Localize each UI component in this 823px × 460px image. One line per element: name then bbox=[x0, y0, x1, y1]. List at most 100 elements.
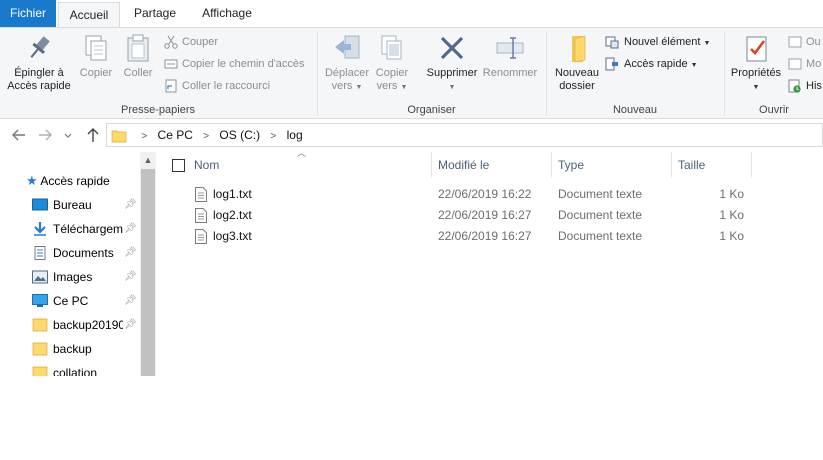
folder-icon bbox=[32, 318, 48, 332]
column-divider[interactable] bbox=[551, 152, 552, 178]
copy-icon bbox=[85, 35, 107, 61]
open-group-label: Ouvrir bbox=[759, 104, 789, 116]
open-group: Propriétés ▼ Ou Mo His Ouvrir bbox=[725, 28, 823, 119]
new-item-button[interactable]: Nouvel élément ▼ bbox=[605, 32, 710, 52]
breadcrumb: > Ce PC > OS (C:) > log bbox=[111, 124, 303, 146]
recent-locations-chevron-icon[interactable] bbox=[62, 126, 74, 144]
new-group-label: Nouveau bbox=[612, 104, 658, 116]
pin-icon[interactable]: 📌︎ bbox=[124, 289, 137, 313]
sidebar-item-downloads[interactable]: Téléchargements 📌︎ bbox=[32, 217, 138, 241]
pin-icon[interactable]: 📌︎ bbox=[124, 265, 137, 289]
pin-icon[interactable]: 📌︎ bbox=[124, 193, 137, 217]
paste-button[interactable]: Coller bbox=[118, 32, 158, 80]
breadcrumb-log[interactable]: log bbox=[287, 128, 303, 142]
folder-icon bbox=[32, 366, 48, 376]
up-arrow-icon[interactable] bbox=[84, 126, 102, 144]
scroll-up-arrow-icon[interactable]: ▲ bbox=[140, 152, 156, 169]
breadcrumb-os-drive[interactable]: OS (C:) bbox=[219, 128, 260, 142]
table-row[interactable]: log2.txt 22/06/2019 16:27 Document texte… bbox=[160, 205, 760, 226]
easy-access-button[interactable]: Accès rapide ▼ bbox=[605, 54, 698, 74]
select-all-checkbox[interactable] bbox=[172, 159, 185, 172]
new-folder-button[interactable]: Nouveau dossier bbox=[549, 32, 605, 93]
pin-icon[interactable]: 📌︎ bbox=[124, 217, 137, 241]
column-divider[interactable] bbox=[671, 152, 672, 178]
move-to-button[interactable]: Déplacer vers ▼ bbox=[322, 32, 372, 94]
file-size: 1 Ko bbox=[719, 229, 744, 243]
column-divider[interactable] bbox=[751, 152, 752, 178]
copy-to-button[interactable]: Copier vers ▼ bbox=[372, 32, 412, 94]
column-header-size[interactable]: Taille bbox=[678, 152, 750, 178]
open-icon bbox=[788, 36, 802, 48]
easy-access-icon bbox=[605, 57, 618, 71]
cut-label: Couper bbox=[182, 36, 219, 48]
sidebar-item-this-pc[interactable]: Ce PC 📌︎ bbox=[32, 289, 138, 313]
ribbon-tabs: Fichier Accueil Partage Affichage bbox=[0, 0, 823, 28]
sidebar-item-label: collation bbox=[53, 366, 98, 376]
sidebar-item-label: Ce PC bbox=[53, 294, 89, 308]
table-row[interactable]: log3.txt 22/06/2019 16:27 Document texte… bbox=[160, 226, 760, 247]
navigation-pane-scrollbar[interactable]: ▲ bbox=[140, 152, 156, 376]
easy-access-caret-icon: ▼ bbox=[690, 62, 698, 69]
copy-to-line1: Copier bbox=[375, 67, 409, 79]
move-to-line2: vers bbox=[331, 80, 353, 92]
sidebar-item-images[interactable]: Images 📌︎ bbox=[32, 265, 138, 289]
history-icon bbox=[788, 79, 801, 93]
new-item-label: Nouvel élément bbox=[624, 36, 701, 48]
column-divider[interactable] bbox=[431, 152, 432, 178]
computer-icon bbox=[32, 294, 48, 307]
delete-button[interactable]: Supprimer ▼ bbox=[422, 32, 482, 94]
rename-button[interactable]: Renommer bbox=[480, 32, 540, 80]
table-row[interactable]: log1.txt 22/06/2019 16:22 Document texte… bbox=[160, 184, 760, 205]
new-folder-line2: dossier bbox=[559, 80, 595, 92]
star-icon: ★ bbox=[26, 173, 38, 188]
pin-quick-access-button[interactable]: Épingler à Accès rapide bbox=[6, 32, 72, 93]
copy-path-button[interactable]: Copier le chemin d'accès bbox=[164, 54, 305, 74]
column-header-name[interactable]: Nom bbox=[194, 152, 430, 178]
sidebar-item-collation[interactable]: collation bbox=[32, 361, 138, 376]
delete-caret-icon: ▼ bbox=[448, 84, 456, 91]
modify-button[interactable]: Mo bbox=[788, 54, 821, 74]
copy-button[interactable]: Copier bbox=[76, 32, 116, 80]
scissors-icon bbox=[164, 35, 178, 49]
move-to-icon bbox=[335, 35, 360, 59]
file-modified: 22/06/2019 16:27 bbox=[438, 229, 532, 243]
new-folder-icon bbox=[572, 35, 586, 63]
file-size: 1 Ko bbox=[719, 187, 744, 201]
properties-label: Propriétés bbox=[730, 67, 782, 79]
properties-button[interactable]: Propriétés ▼ bbox=[727, 32, 785, 94]
sidebar-item-bureau[interactable]: Bureau 📌︎ bbox=[32, 193, 138, 217]
rename-icon bbox=[496, 37, 524, 59]
column-header-modified[interactable]: Modifié le bbox=[438, 152, 550, 178]
forward-arrow-icon[interactable] bbox=[36, 126, 54, 144]
pin-icon[interactable]: 📌︎ bbox=[124, 241, 137, 265]
column-header-type[interactable]: Type bbox=[558, 152, 670, 178]
tab-share[interactable]: Partage bbox=[122, 0, 188, 27]
file-type: Document texte bbox=[558, 229, 643, 243]
copy-to-caret-icon: ▼ bbox=[400, 84, 408, 91]
quick-access-node[interactable]: ★ Accès rapide bbox=[26, 169, 110, 193]
back-arrow-icon[interactable] bbox=[10, 126, 28, 144]
file-name: log1.txt bbox=[213, 187, 252, 201]
sidebar-item-backup[interactable]: backup bbox=[32, 337, 138, 361]
sidebar-item-documents[interactable]: Documents 📌︎ bbox=[32, 241, 138, 265]
sidebar-item-label: Images bbox=[53, 270, 93, 284]
cut-button[interactable]: Couper bbox=[164, 32, 218, 52]
tab-view[interactable]: Affichage bbox=[190, 0, 264, 27]
history-button[interactable]: His bbox=[788, 76, 822, 96]
new-item-caret-icon: ▼ bbox=[703, 40, 711, 47]
tab-home[interactable]: Accueil bbox=[58, 2, 120, 28]
pin-icon[interactable]: 📌︎ bbox=[124, 313, 137, 337]
pin-label-line2: Accès rapide bbox=[7, 80, 71, 92]
file-modified: 22/06/2019 16:27 bbox=[438, 208, 532, 222]
move-to-line1: Déplacer bbox=[324, 67, 370, 79]
address-bar[interactable]: > Ce PC > OS (C:) > log bbox=[106, 123, 823, 147]
tab-file[interactable]: Fichier bbox=[0, 0, 56, 27]
paste-shortcut-button[interactable]: Coller le raccourci bbox=[164, 76, 270, 96]
sidebar-item-backup2019[interactable]: backup20190 📌︎ bbox=[32, 313, 138, 337]
organize-group-label: Organiser bbox=[407, 104, 456, 116]
open-button[interactable]: Ou bbox=[788, 32, 821, 52]
scrollbar-thumb[interactable] bbox=[141, 169, 155, 376]
breadcrumb-this-pc[interactable]: Ce PC bbox=[158, 128, 193, 142]
new-item-icon bbox=[605, 36, 619, 49]
file-modified: 22/06/2019 16:22 bbox=[438, 187, 532, 201]
